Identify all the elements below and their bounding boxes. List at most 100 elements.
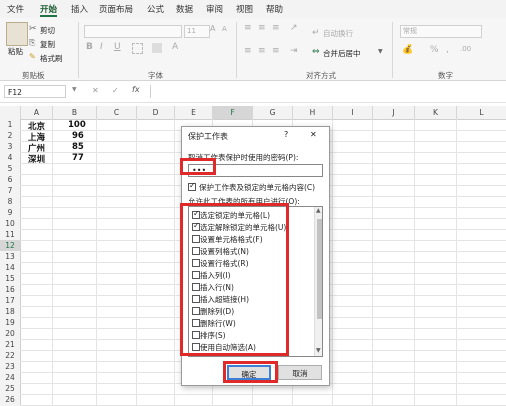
- align-right-icon[interactable]: ≡: [272, 46, 280, 56]
- enter-icon[interactable]: ✓: [112, 86, 119, 95]
- list-scrollbar[interactable]: ▲ ▼: [314, 207, 322, 356]
- tab-formulas[interactable]: 公式: [147, 3, 164, 15]
- underline-button[interactable]: U: [114, 42, 121, 52]
- cancel-button[interactable]: 取消: [278, 365, 322, 380]
- name-box-dropdown-icon[interactable]: ▼: [72, 86, 77, 93]
- row-header[interactable]: 18: [0, 306, 20, 317]
- column-header[interactable]: J: [372, 106, 414, 119]
- column-header[interactable]: K: [414, 106, 456, 119]
- row-header[interactable]: 17: [0, 295, 20, 306]
- cell-a4[interactable]: 深圳: [28, 153, 45, 165]
- column-header[interactable]: D: [136, 106, 174, 119]
- scroll-down-icon[interactable]: ▼: [316, 347, 321, 354]
- cut-button[interactable]: 剪切: [40, 25, 55, 36]
- row-header[interactable]: 12: [0, 240, 20, 251]
- row-header[interactable]: 3: [0, 141, 20, 152]
- row-header[interactable]: 4: [0, 152, 20, 163]
- row-header[interactable]: 1: [0, 119, 20, 130]
- row-header[interactable]: 5: [0, 163, 20, 174]
- row-header[interactable]: 2: [0, 130, 20, 141]
- tab-file[interactable]: 文件: [7, 3, 24, 15]
- row-header[interactable]: 22: [0, 350, 20, 361]
- close-icon[interactable]: ✕: [310, 130, 317, 139]
- column-header[interactable]: G: [252, 106, 292, 119]
- shrink-font-icon[interactable]: A: [222, 25, 227, 33]
- column-header[interactable]: E: [174, 106, 212, 119]
- tab-home[interactable]: 开始: [40, 3, 58, 17]
- row-header[interactable]: 6: [0, 174, 20, 185]
- font-size-select[interactable]: 11: [184, 25, 210, 38]
- insert-function-icon[interactable]: fx: [132, 85, 140, 94]
- paste-button[interactable]: 粘贴: [8, 46, 23, 57]
- name-box[interactable]: F12: [4, 85, 66, 98]
- cell-b4[interactable]: 77: [72, 153, 84, 163]
- percent-button[interactable]: %: [430, 45, 439, 55]
- indent-icon[interactable]: ⇥: [290, 46, 298, 56]
- row-header[interactable]: 9: [0, 207, 20, 218]
- row-header[interactable]: 16: [0, 284, 20, 295]
- row-header[interactable]: 11: [0, 229, 20, 240]
- accounting-icon[interactable]: 💰: [402, 45, 413, 55]
- merge-center-button[interactable]: 合并后居中: [323, 48, 361, 59]
- column-header[interactable]: B: [52, 106, 96, 119]
- row-header[interactable]: 24: [0, 372, 20, 383]
- row-header[interactable]: 8: [0, 196, 20, 207]
- tab-help[interactable]: 帮助: [266, 3, 283, 15]
- cell-b3[interactable]: 85: [72, 142, 84, 152]
- column-header[interactable]: H: [292, 106, 332, 119]
- align-top-icon[interactable]: ≡: [244, 23, 252, 33]
- cell-b2[interactable]: 96: [72, 131, 84, 141]
- grow-font-icon[interactable]: A: [210, 24, 215, 33]
- fill-color-icon[interactable]: [152, 43, 162, 53]
- column-header[interactable]: F: [212, 106, 252, 119]
- row-header[interactable]: 26: [0, 394, 20, 405]
- dialog-title: 保护工作表: [188, 132, 228, 141]
- align-bottom-icon[interactable]: ≡: [272, 23, 280, 33]
- wrap-text-button[interactable]: 自动换行: [323, 28, 353, 39]
- cancel-icon[interactable]: ✕: [92, 86, 99, 95]
- row-header[interactable]: 7: [0, 185, 20, 196]
- align-center-icon[interactable]: ≡: [258, 46, 266, 56]
- italic-button[interactable]: I: [100, 42, 103, 52]
- column-header[interactable]: L: [456, 106, 506, 119]
- decrease-decimal-icon[interactable]: .00: [460, 45, 471, 53]
- protect-sheet-checkbox[interactable]: [188, 181, 196, 191]
- row-header[interactable]: 14: [0, 262, 20, 273]
- formula-input[interactable]: [150, 85, 505, 98]
- row-header[interactable]: 21: [0, 339, 20, 350]
- row-header[interactable]: 13: [0, 251, 20, 262]
- tab-data[interactable]: 数据: [176, 3, 193, 15]
- select-all-corner[interactable]: [0, 106, 20, 119]
- column-header[interactable]: I: [332, 106, 372, 119]
- tab-page-layout[interactable]: 页面布局: [99, 3, 133, 15]
- scroll-up-icon[interactable]: ▲: [316, 207, 321, 214]
- paste-icon[interactable]: [6, 22, 28, 46]
- comma-button[interactable]: ,: [446, 45, 449, 55]
- bold-button[interactable]: B: [86, 42, 93, 52]
- format-painter-button[interactable]: 格式刷: [40, 53, 63, 64]
- font-color-icon[interactable]: A: [172, 42, 178, 52]
- row-header[interactable]: 19: [0, 317, 20, 328]
- orientation-icon[interactable]: ↗: [290, 23, 298, 33]
- tab-view[interactable]: 视图: [236, 3, 253, 15]
- number-format-select[interactable]: 常规: [400, 25, 482, 38]
- row-header[interactable]: 10: [0, 218, 20, 229]
- font-name-select[interactable]: [84, 25, 182, 38]
- align-left-icon[interactable]: ≡: [244, 46, 252, 56]
- align-middle-icon[interactable]: ≡: [258, 23, 266, 33]
- row-header[interactable]: 15: [0, 273, 20, 284]
- borders-icon[interactable]: [132, 43, 143, 54]
- tab-review[interactable]: 审阅: [206, 3, 223, 15]
- scroll-thumb[interactable]: [317, 219, 322, 319]
- row-header[interactable]: 25: [0, 383, 20, 394]
- cell-b1[interactable]: 100: [68, 120, 86, 130]
- column-header[interactable]: C: [96, 106, 136, 119]
- column-header[interactable]: A: [20, 106, 52, 119]
- copy-button[interactable]: 复制: [40, 39, 55, 50]
- tab-insert[interactable]: 插入: [71, 3, 88, 15]
- merge-dropdown-icon[interactable]: ▼: [378, 48, 383, 55]
- group-font: 字体: [148, 71, 163, 80]
- row-header[interactable]: 20: [0, 328, 20, 339]
- row-header[interactable]: 23: [0, 361, 20, 372]
- help-icon[interactable]: ?: [284, 130, 288, 139]
